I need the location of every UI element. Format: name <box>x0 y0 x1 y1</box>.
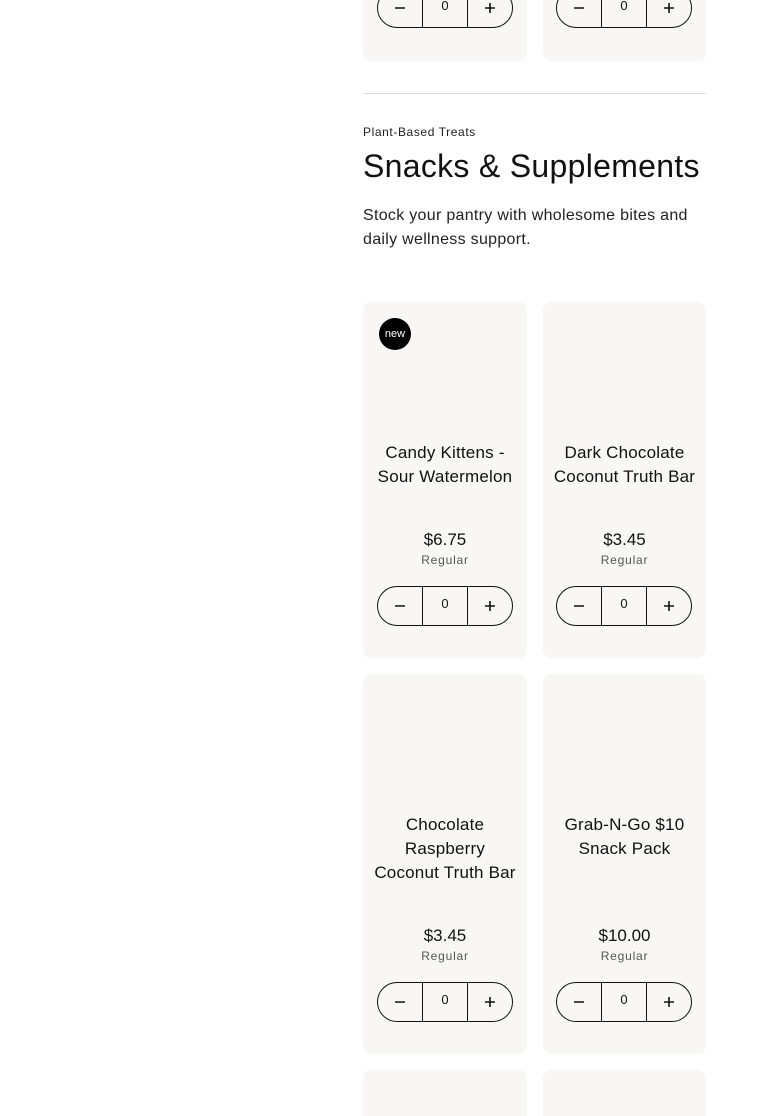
decrement-button[interactable] <box>378 983 422 1021</box>
quantity-value[interactable]: 0 <box>422 983 468 1021</box>
increment-button[interactable] <box>647 983 691 1021</box>
minus-icon <box>395 605 405 607</box>
increment-button[interactable] <box>468 0 512 27</box>
product-card[interactable]: Dark Chocolate Coconut Truth Bar $3.45 R… <box>543 302 706 658</box>
increment-button[interactable] <box>647 587 691 625</box>
minus-icon <box>574 605 584 607</box>
minus-icon <box>574 7 584 9</box>
plus-icon <box>485 3 495 13</box>
product-card: 0 <box>543 0 706 61</box>
decrement-button[interactable] <box>557 0 601 27</box>
product-name[interactable]: Dark Chocolate Coconut Truth Bar <box>551 441 698 489</box>
minus-icon <box>395 1001 405 1003</box>
quantity-stepper: 0 <box>556 586 692 626</box>
decrement-button[interactable] <box>378 0 422 27</box>
minus-icon <box>395 7 405 9</box>
product-card: 0 <box>363 0 527 61</box>
plus-icon <box>485 601 495 611</box>
product-price: $3.45 <box>423 926 467 945</box>
increment-button[interactable] <box>468 587 512 625</box>
product-card[interactable]: new Candy Kittens - Sour Watermelon $6.7… <box>363 302 527 658</box>
section-description: Stock your pantry with wholesome bites a… <box>363 207 688 248</box>
product-card[interactable] <box>363 1070 527 1116</box>
plus-icon <box>664 3 674 13</box>
price-note: Regular <box>600 553 649 567</box>
product-name[interactable]: Chocolate Raspberry Coconut Truth Bar <box>371 813 519 885</box>
increment-button[interactable] <box>468 983 512 1021</box>
product-card[interactable] <box>543 1070 706 1116</box>
quantity-value[interactable]: 0 <box>601 983 647 1021</box>
minus-icon <box>574 1001 584 1003</box>
increment-button[interactable] <box>647 0 691 27</box>
decrement-button[interactable] <box>557 983 601 1021</box>
decrement-button[interactable] <box>557 587 601 625</box>
product-name[interactable]: Grab-N-Go $10 Snack Pack <box>551 813 698 861</box>
quantity-stepper: 0 <box>377 0 513 28</box>
quantity-stepper: 0 <box>556 0 692 28</box>
plus-icon <box>664 601 674 611</box>
new-badge: new <box>379 318 411 350</box>
product-price: $6.75 <box>423 530 467 549</box>
quantity-value[interactable]: 0 <box>422 587 468 625</box>
plus-icon <box>485 997 495 1007</box>
price-note: Regular <box>600 949 649 963</box>
quantity-stepper: 0 <box>556 982 692 1022</box>
product-price: $3.45 <box>603 530 646 549</box>
section-title: Snacks & Supplements <box>363 148 700 184</box>
price-note: Regular <box>421 949 469 963</box>
decrement-button[interactable] <box>378 587 422 625</box>
price-note: Regular <box>421 553 469 567</box>
product-card[interactable]: Grab-N-Go $10 Snack Pack $10.00 Regular … <box>543 674 706 1054</box>
section-eyebrow: Plant-Based Treats <box>363 125 476 139</box>
quantity-stepper: 0 <box>377 586 513 626</box>
product-price: $10.00 <box>598 926 651 945</box>
product-card[interactable]: Chocolate Raspberry Coconut Truth Bar $3… <box>363 674 527 1054</box>
plus-icon <box>664 997 674 1007</box>
quantity-value[interactable]: 0 <box>601 587 647 625</box>
section-divider <box>363 93 706 94</box>
quantity-value[interactable]: 0 <box>601 0 647 27</box>
quantity-stepper: 0 <box>377 982 513 1022</box>
product-name[interactable]: Candy Kittens - Sour Watermelon <box>371 441 519 489</box>
quantity-value[interactable]: 0 <box>422 0 468 27</box>
